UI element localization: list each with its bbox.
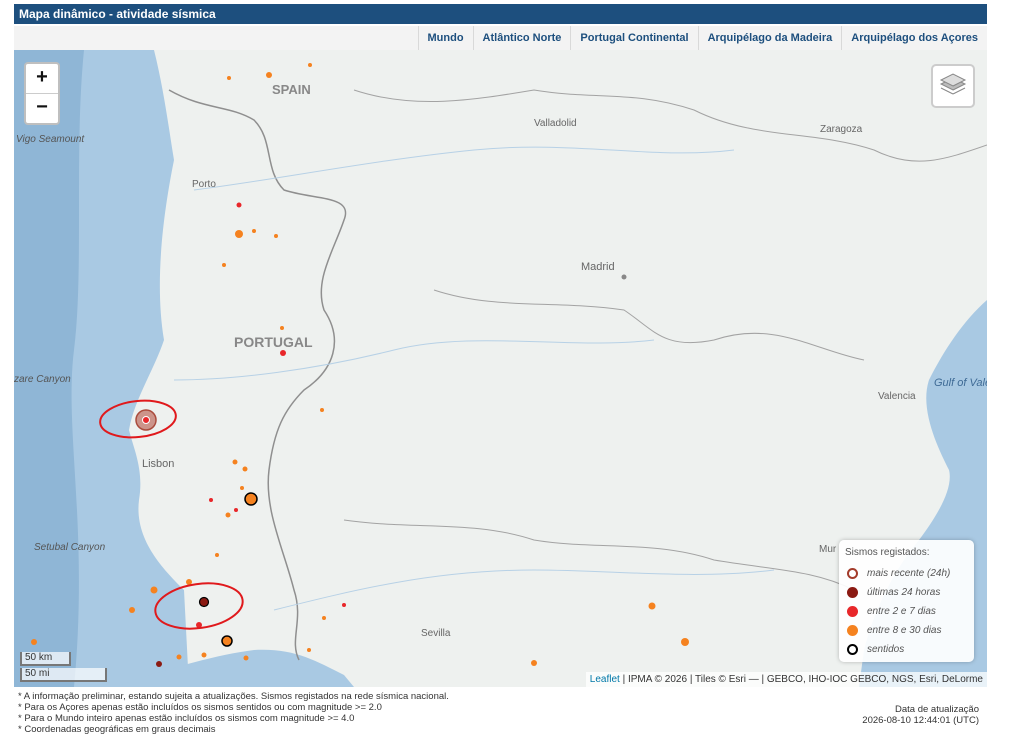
quake-marker xyxy=(242,466,248,472)
madrid-marker xyxy=(621,274,627,280)
legend-2-7-icon xyxy=(847,605,858,617)
quake-marker xyxy=(215,553,219,557)
legend-title: Sismos registados: xyxy=(845,547,930,558)
footnotes: * A informação preliminar, estando sujei… xyxy=(18,691,449,735)
footnote: * Para o Mundo inteiro apenas estão incl… xyxy=(18,713,355,724)
layers-button[interactable] xyxy=(931,64,975,108)
legend-item-24h: últimas 24 horas xyxy=(847,585,940,599)
river-guadalquivir xyxy=(273,569,775,611)
quake-marker xyxy=(227,76,231,80)
legend: Sismos registados: mais recente (24h) úl… xyxy=(839,540,974,662)
quake-marker xyxy=(31,639,37,645)
quake-marker xyxy=(150,586,158,594)
quake-marker xyxy=(308,63,312,67)
felt-quake-marker[interactable] xyxy=(244,492,258,506)
label-lisbon: Lisbon xyxy=(142,458,174,470)
label-nazare-canyon: zare Canyon xyxy=(14,374,71,385)
border-region-north xyxy=(353,89,987,162)
quake-marker xyxy=(225,512,231,518)
leaflet-link[interactable]: Leaflet xyxy=(590,674,620,685)
quake-marker xyxy=(342,603,346,607)
zoom-out-button[interactable]: − xyxy=(26,94,58,123)
quake-marker xyxy=(201,652,207,658)
quake-marker xyxy=(280,350,286,356)
legend-recent-icon xyxy=(847,567,858,579)
zoom-control: + − xyxy=(24,62,60,125)
tab-acores[interactable]: Arquipélago dos Açores xyxy=(841,26,987,50)
legend-felt-icon xyxy=(847,643,858,655)
quake-marker xyxy=(209,498,213,502)
update-timestamp: 2026-08-10 12:44:01 (UTC) xyxy=(862,715,979,726)
most-recent-quake-center xyxy=(142,416,150,424)
legend-item-recent: mais recente (24h) xyxy=(847,566,950,580)
label-valladolid: Valladolid xyxy=(534,118,577,129)
footnote: * Para os Açores apenas estão incluídos … xyxy=(18,702,382,713)
region-tabs: Mundo Atlântico Norte Portugal Continent… xyxy=(14,26,987,51)
label-zaragoza: Zaragoza xyxy=(820,124,863,135)
quake-marker xyxy=(531,660,537,666)
quake-marker xyxy=(280,326,284,330)
update-label: Data de atualização xyxy=(895,704,979,715)
quake-marker xyxy=(648,602,656,610)
map-attribution: Leaflet | IPMA © 2026 | Tiles © Esri — |… xyxy=(585,672,987,687)
quake-marker xyxy=(322,616,326,620)
quake-marker xyxy=(243,655,249,661)
border-region-center xyxy=(433,289,865,361)
footnote: * A informação preliminar, estando sujei… xyxy=(18,691,449,702)
quake-marker xyxy=(176,654,182,660)
quake-marker xyxy=(274,234,278,238)
layers-icon xyxy=(939,73,967,95)
zoom-in-button[interactable]: + xyxy=(26,64,58,94)
attribution-text: | IPMA © 2026 | Tiles © Esri — | GEBCO, … xyxy=(619,674,983,685)
label-murcia: Mur xyxy=(819,544,837,555)
legend-24h-icon xyxy=(847,586,858,598)
felt-quake-marker-24h[interactable] xyxy=(198,596,210,608)
update-info: Data de atualização 2026-08-10 12:44:01 … xyxy=(862,704,979,726)
quakes-2-7-days xyxy=(196,202,346,628)
footnote: * Coordenadas geográficas em graus decim… xyxy=(18,724,216,735)
quake-marker xyxy=(681,638,689,646)
tab-atlantico-norte[interactable]: Atlântico Norte xyxy=(472,26,571,50)
quake-marker xyxy=(129,607,135,613)
legend-item-2-7: entre 2 e 7 dias xyxy=(847,604,936,618)
label-portugal: PORTUGAL xyxy=(234,334,313,350)
quake-marker-24h xyxy=(156,661,162,667)
legend-8-30-icon xyxy=(847,624,858,636)
label-gulf-valencia: Gulf of Valenci xyxy=(934,377,987,389)
river-douro xyxy=(193,146,735,191)
quake-marker xyxy=(222,263,226,267)
quake-marker xyxy=(235,230,243,238)
quake-marker xyxy=(232,459,238,465)
label-setubal-canyon: Setubal Canyon xyxy=(34,542,106,553)
quake-marker xyxy=(307,648,311,652)
quake-marker xyxy=(252,229,256,233)
quake-marker xyxy=(240,486,244,490)
tab-madeira[interactable]: Arquipélago da Madeira xyxy=(697,26,842,50)
scale-bar-mi: 50 mi xyxy=(20,668,107,682)
tab-mundo[interactable]: Mundo xyxy=(417,26,473,50)
felt-quake-marker[interactable] xyxy=(221,635,233,647)
label-vigo-seamount: Vigo Seamount xyxy=(16,134,85,145)
quake-marker xyxy=(266,72,272,78)
app-title: Mapa dinâmico - atividade sísmica xyxy=(19,7,216,21)
label-sevilla: Sevilla xyxy=(421,628,451,639)
quake-marker xyxy=(236,202,242,208)
border-region-south xyxy=(343,519,855,591)
quake-marker xyxy=(234,508,238,512)
label-valencia: Valencia xyxy=(878,391,916,402)
legend-item-felt: sentidos xyxy=(847,642,904,656)
seismic-map[interactable]: SPAIN PORTUGAL Vigo Seamount Porto Valla… xyxy=(14,50,987,687)
tab-portugal-continental[interactable]: Portugal Continental xyxy=(570,26,697,50)
title-bar: Mapa dinâmico - atividade sísmica xyxy=(14,4,987,24)
quake-marker xyxy=(320,408,324,412)
legend-item-8-30: entre 8 e 30 dias xyxy=(847,623,942,637)
label-madrid: Madrid xyxy=(581,261,615,273)
scale-bar-km: 50 km xyxy=(20,652,71,666)
label-spain: SPAIN xyxy=(272,82,311,97)
label-porto: Porto xyxy=(192,179,216,190)
